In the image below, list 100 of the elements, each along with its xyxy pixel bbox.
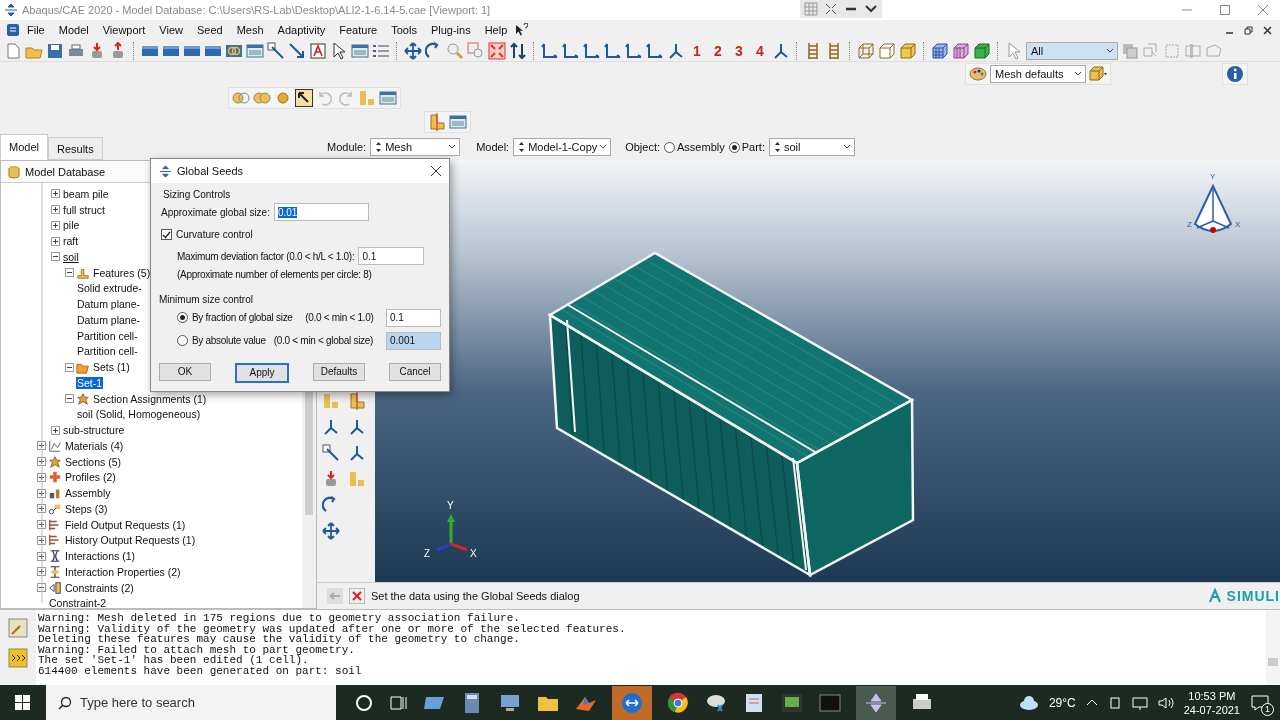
move-icon[interactable] [404,41,422,60]
model-dropdown[interactable]: Model-1-Copy [513,138,612,156]
expand-toggle-icon[interactable] [51,205,60,215]
expand-toggle-icon[interactable] [51,252,60,262]
menu-item[interactable]: Feature [332,24,385,36]
tree-item[interactable]: Section Assignments (1) [92,392,208,405]
menu-item[interactable]: Mesh [229,24,271,36]
pointer-icon[interactable] [330,41,348,60]
window-menu-icon[interactable] [6,23,20,37]
dialog-button[interactable]: Defaults [313,363,365,381]
clock[interactable]: 10:53 PM 24-07-2021 [1183,688,1240,717]
annotation-arrow-icon[interactable] [267,41,285,60]
network-icon[interactable] [1131,695,1148,710]
expand-toggle-icon[interactable] [65,394,74,404]
volume-icon[interactable] [1157,695,1174,710]
expand-toggle-icon[interactable] [37,457,46,467]
scrollbar[interactable] [1266,610,1280,685]
axis-view-icon[interactable] [646,41,664,60]
tree-item[interactable]: History Output Requests (1) [64,534,197,547]
expand-toggle-icon[interactable] [37,504,46,514]
cancel-icon[interactable] [349,588,365,604]
expand-toggle-icon[interactable] [37,567,46,577]
tree-item[interactable]: Interaction Properties (2) [64,565,182,578]
value-field[interactable]: 0.1 [386,308,441,327]
tree-item[interactable]: Materials (4) [64,439,125,452]
triad-icon[interactable] [322,418,340,436]
axis-view-icon[interactable] [583,41,601,60]
expand-toggle-icon[interactable] [37,472,46,482]
tree-item[interactable]: Steps (3) [64,502,109,515]
expand-toggle-icon[interactable] [65,268,74,278]
tree-item[interactable]: Features (5) [92,266,152,279]
expand-toggle-icon[interactable] [37,441,46,451]
shrink-icon[interactable] [824,2,838,16]
dialog-button[interactable]: Apply [235,363,289,383]
maximize-icon[interactable] [1220,5,1230,15]
tree-item[interactable]: Sets (1) [92,361,131,374]
mesh-cube-icon[interactable] [952,41,970,60]
tree-item[interactable]: beam pile [62,187,110,200]
radio-option[interactable]: Part: [728,141,765,153]
partition-icon[interactable] [428,113,446,131]
spinner-arrows-icon[interactable] [518,140,526,154]
menu-item[interactable]: Plug-ins [423,24,478,36]
menu-item[interactable]: Help [477,24,515,36]
expand-toggle-icon[interactable] [65,362,74,372]
overlapping-circles-icon[interactable] [253,89,271,107]
tree-item[interactable]: soil [62,250,80,263]
axis-view-icon[interactable] [562,41,580,60]
menu-item[interactable]: View [152,24,190,36]
expand-toggle-icon[interactable] [37,488,46,498]
radio-option[interactable]: By absolute value [177,335,266,346]
menu-item[interactable]: Adaptivity [270,24,333,36]
overlapping-circles-icon[interactable] [232,89,250,107]
window-icon[interactable] [246,41,264,60]
tree-item[interactable]: Solid extrude- [76,282,143,295]
tree-item[interactable]: soil (Solid, Homogeneous) [76,408,202,421]
close-icon[interactable] [1263,25,1272,35]
expand-toggle-icon[interactable] [37,583,46,593]
tree-item[interactable]: Partition cell- [76,329,139,342]
expand-toggle-icon[interactable] [51,189,60,199]
partition-icon[interactable] [348,392,366,410]
module-dropdown[interactable]: Mesh [370,138,461,156]
arrow-icon[interactable] [288,41,306,60]
mesh-cube-icon[interactable] [931,41,949,60]
tree-item[interactable]: Datum plane- [76,313,142,326]
tree-item[interactable]: sub-structure [62,424,126,437]
shaded-cube-icon[interactable] [973,41,991,60]
view-number-button[interactable]: 2 [709,42,727,59]
dialog-button[interactable]: OK [159,363,211,381]
tree-item[interactable]: pile [62,219,81,232]
slider-box-icon[interactable] [1184,41,1202,60]
triad-icon[interactable] [667,41,685,60]
shaded-cube-icon[interactable] [899,41,917,60]
tree-item[interactable]: Sections (5) [64,455,123,468]
flip-arrows-icon[interactable] [509,41,527,60]
save-icon[interactable] [46,41,64,60]
message-area-icon[interactable] [8,618,28,638]
fit-view-icon[interactable] [488,41,506,60]
view-number-button[interactable]: 1 [688,42,706,59]
restore-icon[interactable] [1244,25,1253,35]
info-icon[interactable] [1226,65,1244,83]
move-icon[interactable] [322,522,340,540]
part-dropdown[interactable]: soil [768,138,855,156]
tree-item[interactable]: raft [62,235,80,248]
expand-toggle-icon[interactable] [37,520,46,530]
cube-icon[interactable] [878,41,896,60]
radio-option[interactable]: Assembly [664,141,725,153]
tree-item[interactable]: Constraints (2) [64,581,135,594]
triad-icon[interactable] [348,444,366,462]
tree-item[interactable]: Profiles (2) [64,471,117,484]
view-number-button[interactable]: 4 [751,42,769,59]
value-field[interactable]: 0.001 [386,331,441,350]
annotation-box-icon[interactable] [309,41,327,60]
menu-item[interactable]: Model [51,24,96,36]
palette-icon[interactable] [969,65,987,83]
window-icon[interactable] [449,113,467,131]
spinner-arrows-icon[interactable] [773,140,781,154]
browser-icon[interactable] [666,690,690,715]
axis-view-icon[interactable] [604,41,622,60]
wireframe-cube-icon[interactable] [857,41,875,60]
expand-toggle-icon[interactable] [51,220,60,230]
